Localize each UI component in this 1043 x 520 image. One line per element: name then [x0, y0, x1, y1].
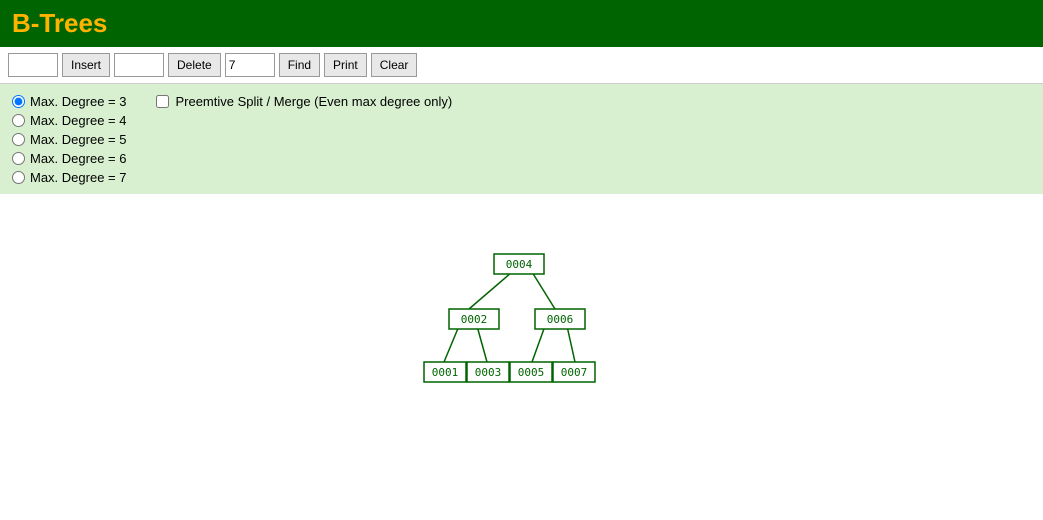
- insert-button[interactable]: Insert: [62, 53, 110, 77]
- tree-node-rl: 0005: [510, 362, 552, 382]
- tree-node-lm: 0003: [467, 362, 509, 382]
- find-input[interactable]: [225, 53, 275, 77]
- edge-right-rr: [567, 326, 575, 362]
- degree-options: Max. Degree = 3 Max. Degree = 4 Max. Deg…: [12, 92, 126, 185]
- tree-node-right: 0006: [535, 309, 585, 329]
- edge-right-rl: [532, 326, 545, 362]
- degree-7-option[interactable]: Max. Degree = 7: [12, 170, 126, 185]
- degree-5-label: Max. Degree = 5: [30, 132, 126, 147]
- rr-label: 0007: [560, 366, 587, 379]
- tree-node-root: 0004: [494, 254, 544, 274]
- tree-node-rr: 0007: [553, 362, 595, 382]
- right-label: 0006: [546, 313, 573, 326]
- degree-6-radio[interactable]: [12, 152, 25, 165]
- degree-6-label: Max. Degree = 6: [30, 151, 126, 166]
- find-button[interactable]: Find: [279, 53, 320, 77]
- page-title: B-Trees: [12, 8, 1031, 39]
- degree-6-option[interactable]: Max. Degree = 6: [12, 151, 126, 166]
- edge-root-right: [532, 272, 555, 309]
- insert-input[interactable]: [8, 53, 58, 77]
- degree-7-radio[interactable]: [12, 171, 25, 184]
- delete-input[interactable]: [114, 53, 164, 77]
- lm-label: 0003: [474, 366, 501, 379]
- degree-4-option[interactable]: Max. Degree = 4: [12, 113, 126, 128]
- preemtive-label: Preemtive Split / Merge (Even max degree…: [175, 94, 452, 109]
- edge-left-lm: [477, 326, 487, 362]
- root-label: 0004: [505, 258, 532, 271]
- preemtive-checkbox[interactable]: [156, 95, 169, 108]
- degree-7-label: Max. Degree = 7: [30, 170, 126, 185]
- print-button[interactable]: Print: [324, 53, 367, 77]
- degree-3-radio[interactable]: [12, 95, 25, 108]
- delete-button[interactable]: Delete: [168, 53, 221, 77]
- left-label: 0002: [460, 313, 487, 326]
- rl-label: 0005: [517, 366, 544, 379]
- edge-left-ll: [444, 326, 459, 362]
- degree-4-label: Max. Degree = 4: [30, 113, 126, 128]
- edge-root-left: [469, 272, 512, 309]
- clear-button[interactable]: Clear: [371, 53, 418, 77]
- degree-5-option[interactable]: Max. Degree = 5: [12, 132, 126, 147]
- tree-node-left: 0002: [449, 309, 499, 329]
- tree-svg: 0004 0002 0006 0001 0003 0005: [212, 204, 832, 444]
- preemtive-option[interactable]: Preemtive Split / Merge (Even max degree…: [156, 92, 452, 109]
- options-panel: Max. Degree = 3 Max. Degree = 4 Max. Deg…: [0, 84, 1043, 194]
- toolbar: Insert Delete Find Print Clear: [0, 47, 1043, 84]
- degree-4-radio[interactable]: [12, 114, 25, 127]
- degree-5-radio[interactable]: [12, 133, 25, 146]
- canvas-area: 0004 0002 0006 0001 0003 0005: [0, 194, 1043, 494]
- tree-node-ll: 0001: [424, 362, 466, 382]
- header: B-Trees: [0, 0, 1043, 47]
- degree-3-label: Max. Degree = 3: [30, 94, 126, 109]
- degree-3-option[interactable]: Max. Degree = 3: [12, 94, 126, 109]
- ll-label: 0001: [431, 366, 458, 379]
